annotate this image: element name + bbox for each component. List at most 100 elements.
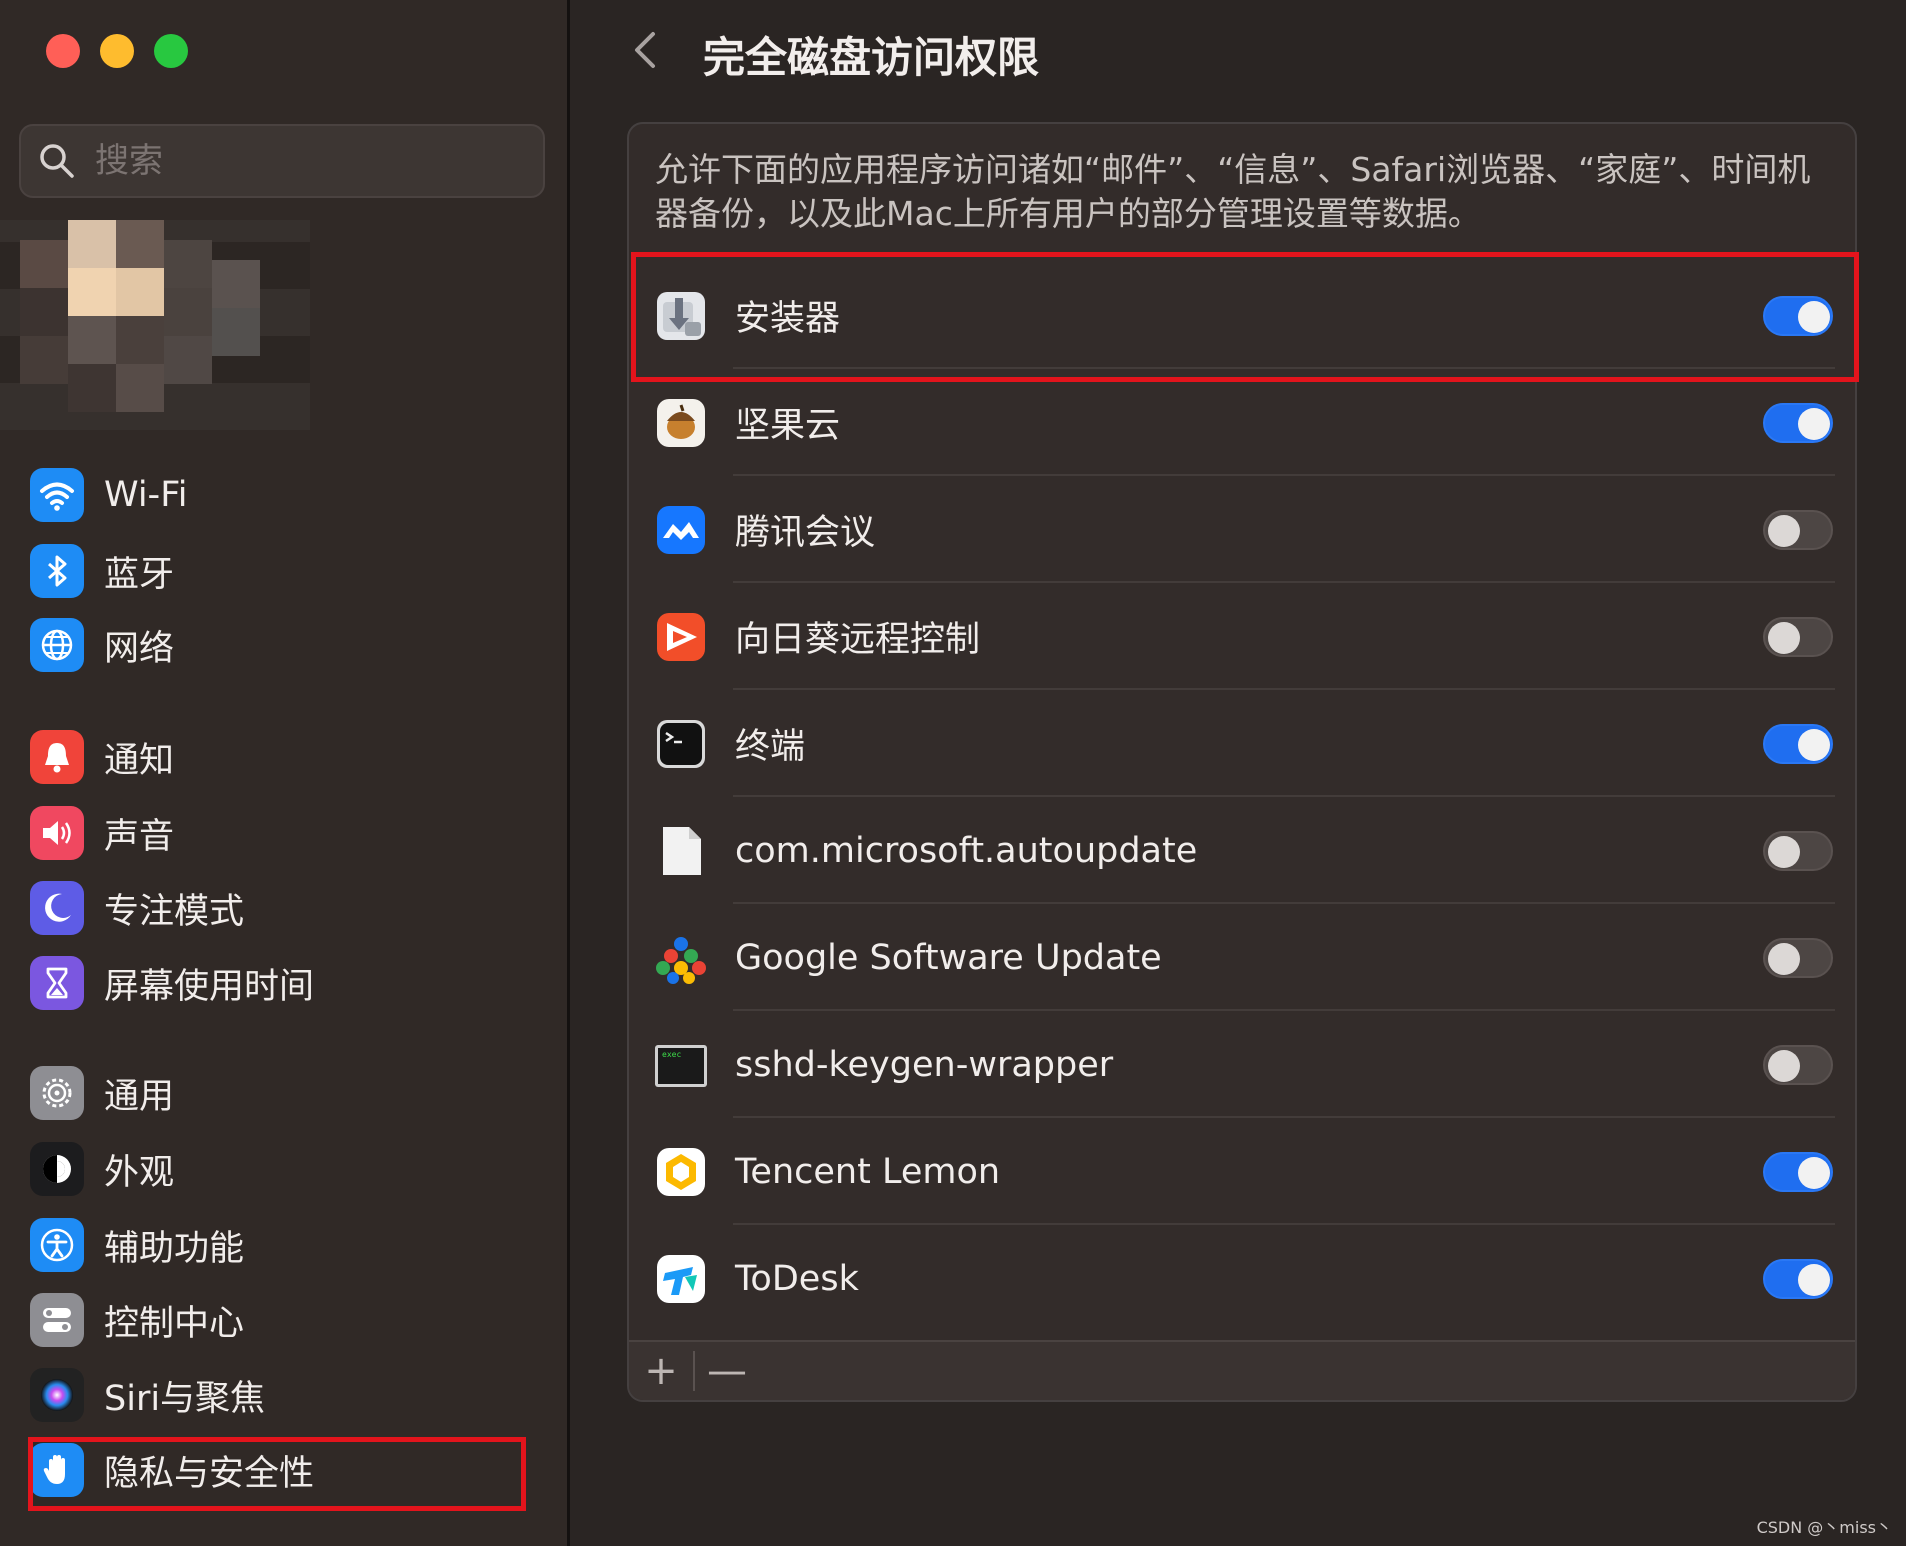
toggle-knob bbox=[1768, 942, 1800, 975]
toggle-knob bbox=[1798, 1263, 1830, 1296]
toggle-knob bbox=[1768, 514, 1800, 547]
app-name: 腾讯会议 bbox=[735, 513, 876, 553]
sidebar-item[interactable]: 辅助功能 bbox=[30, 1214, 550, 1276]
toggle-knob bbox=[1798, 728, 1830, 761]
app-name: sshd-keygen-wrapper bbox=[735, 1044, 1114, 1085]
access-toggle[interactable] bbox=[1763, 616, 1833, 657]
sidebar-item-label: 控制中心 bbox=[104, 1303, 245, 1344]
gear-icon bbox=[30, 1066, 84, 1120]
installer-icon bbox=[653, 288, 709, 344]
sidebar-item-label: 隐私与安全性 bbox=[104, 1453, 315, 1494]
app-list-panel: 允许下面的应用程序访问诸如“邮件”、“信息”、Safari浏览器、“家庭”、时间… bbox=[627, 122, 1857, 1402]
watermark: CSDN @丶miss丶 bbox=[1756, 1518, 1892, 1537]
access-toggle[interactable] bbox=[1763, 509, 1833, 550]
wifi-icon bbox=[30, 468, 84, 522]
app-row: exec sshd-keygen-wrapper bbox=[629, 1011, 1855, 1118]
access-toggle[interactable] bbox=[1763, 1151, 1833, 1192]
sidebar-item[interactable]: Siri与聚焦 bbox=[30, 1364, 550, 1426]
sidebar-item[interactable]: 通知 bbox=[30, 726, 550, 788]
sidebar-item-label: 外观 bbox=[104, 1152, 175, 1193]
sidebar-item[interactable]: 蓝牙 bbox=[30, 540, 550, 602]
avatar[interactable] bbox=[0, 220, 310, 430]
app-name: com.microsoft.autoupdate bbox=[735, 830, 1198, 871]
sidebar-item[interactable]: Wi-Fi bbox=[30, 464, 550, 526]
access-toggle[interactable] bbox=[1763, 1044, 1833, 1085]
sunlogin-icon bbox=[653, 609, 709, 665]
exec-icon: exec bbox=[653, 1037, 709, 1093]
app-row: 腾讯会议 bbox=[629, 476, 1855, 583]
sidebar-item-label: 声音 bbox=[104, 816, 175, 857]
sidebar-item-label: 专注模式 bbox=[104, 891, 245, 932]
toggle-knob bbox=[1768, 835, 1800, 868]
remove-button[interactable]: — bbox=[695, 1341, 759, 1400]
sidebar-item[interactable]: 声音 bbox=[30, 802, 550, 864]
search-icon bbox=[40, 144, 74, 178]
sidebar-item[interactable]: 专注模式 bbox=[30, 877, 550, 939]
tencent-meeting-icon bbox=[653, 502, 709, 558]
app-row: ToDesk bbox=[629, 1225, 1855, 1332]
app-row: 终端 bbox=[629, 690, 1855, 797]
sidebar-item[interactable]: 隐私与安全性 bbox=[22, 1429, 550, 1511]
app-row: com.microsoft.autoupdate bbox=[629, 797, 1855, 904]
sidebar: Wi-Fi 蓝牙网络通知声音专注模式屏幕使用时间通用外观辅助功能控制中心 Siri与… bbox=[0, 0, 570, 1546]
todesk-icon bbox=[653, 1251, 709, 1307]
google-update-icon bbox=[653, 930, 709, 986]
minimize-button[interactable] bbox=[100, 34, 134, 68]
siri-icon bbox=[30, 1368, 84, 1422]
bell-icon bbox=[30, 730, 84, 784]
globe-icon bbox=[30, 618, 84, 672]
search-field[interactable] bbox=[19, 124, 545, 198]
tencent-lemon-icon bbox=[653, 1144, 709, 1200]
sidebar-item[interactable]: 外观 bbox=[30, 1138, 550, 1200]
app-name: 终端 bbox=[735, 727, 806, 767]
access-toggle[interactable] bbox=[1763, 1258, 1833, 1299]
bluetooth-icon bbox=[30, 544, 84, 598]
back-chevron-icon[interactable] bbox=[625, 28, 669, 72]
app-row: 坚果云 bbox=[629, 369, 1855, 476]
access-toggle[interactable] bbox=[1763, 830, 1833, 871]
sidebar-item-label: Wi-Fi bbox=[104, 475, 188, 515]
toggle-knob bbox=[1798, 1156, 1830, 1189]
close-button[interactable] bbox=[46, 34, 80, 68]
toggle-knob bbox=[1798, 407, 1830, 440]
control-center-icon bbox=[30, 1293, 84, 1347]
speaker-icon bbox=[30, 806, 84, 860]
svg-text:exec: exec bbox=[662, 1050, 681, 1059]
accessibility-icon bbox=[30, 1218, 84, 1272]
app-row: Tencent Lemon bbox=[629, 1118, 1855, 1225]
sidebar-item[interactable]: 通用 bbox=[30, 1062, 550, 1124]
access-toggle[interactable] bbox=[1763, 295, 1833, 336]
sidebar-item-label: 屏幕使用时间 bbox=[104, 966, 315, 1007]
sidebar-item[interactable]: 控制中心 bbox=[30, 1289, 550, 1351]
app-row: 向日葵远程控制 bbox=[629, 583, 1855, 690]
app-name: 安装器 bbox=[735, 299, 841, 339]
access-toggle[interactable] bbox=[1763, 937, 1833, 978]
document-icon bbox=[653, 823, 709, 879]
app-name: ToDesk bbox=[735, 1258, 859, 1299]
page-title: 完全磁盘访问权限 bbox=[703, 33, 1040, 82]
access-toggle[interactable] bbox=[1763, 723, 1833, 764]
terminal-icon bbox=[653, 716, 709, 772]
traffic-lights bbox=[46, 34, 188, 68]
app-name: Tencent Lemon bbox=[735, 1151, 1001, 1192]
zoom-button[interactable] bbox=[154, 34, 188, 68]
search-input[interactable] bbox=[95, 141, 495, 181]
moon-icon bbox=[30, 881, 84, 935]
description-text: 允许下面的应用程序访问诸如“邮件”、“信息”、Safari浏览器、“家庭”、时间… bbox=[655, 150, 1811, 233]
sidebar-item[interactable]: 屏幕使用时间 bbox=[30, 952, 550, 1014]
toggle-knob bbox=[1768, 1049, 1800, 1082]
sidebar-item[interactable]: 网络 bbox=[30, 614, 550, 676]
add-button[interactable]: + bbox=[629, 1341, 693, 1400]
sidebar-item-label: 辅助功能 bbox=[104, 1228, 245, 1269]
app-name: 坚果云 bbox=[735, 406, 841, 446]
sidebar-item-label: 蓝牙 bbox=[104, 554, 175, 595]
access-toggle[interactable] bbox=[1763, 402, 1833, 443]
app-row: 安装器 bbox=[629, 262, 1855, 369]
sidebar-item-label: 通知 bbox=[104, 740, 175, 781]
app-name: 向日葵远程控制 bbox=[735, 620, 981, 660]
toggle-knob bbox=[1798, 300, 1830, 333]
jianguoyun-icon bbox=[653, 395, 709, 451]
appearance-icon bbox=[30, 1142, 84, 1196]
sidebar-item-label: Siri与聚焦 bbox=[104, 1378, 266, 1419]
app-name: Google Software Update bbox=[735, 937, 1162, 978]
